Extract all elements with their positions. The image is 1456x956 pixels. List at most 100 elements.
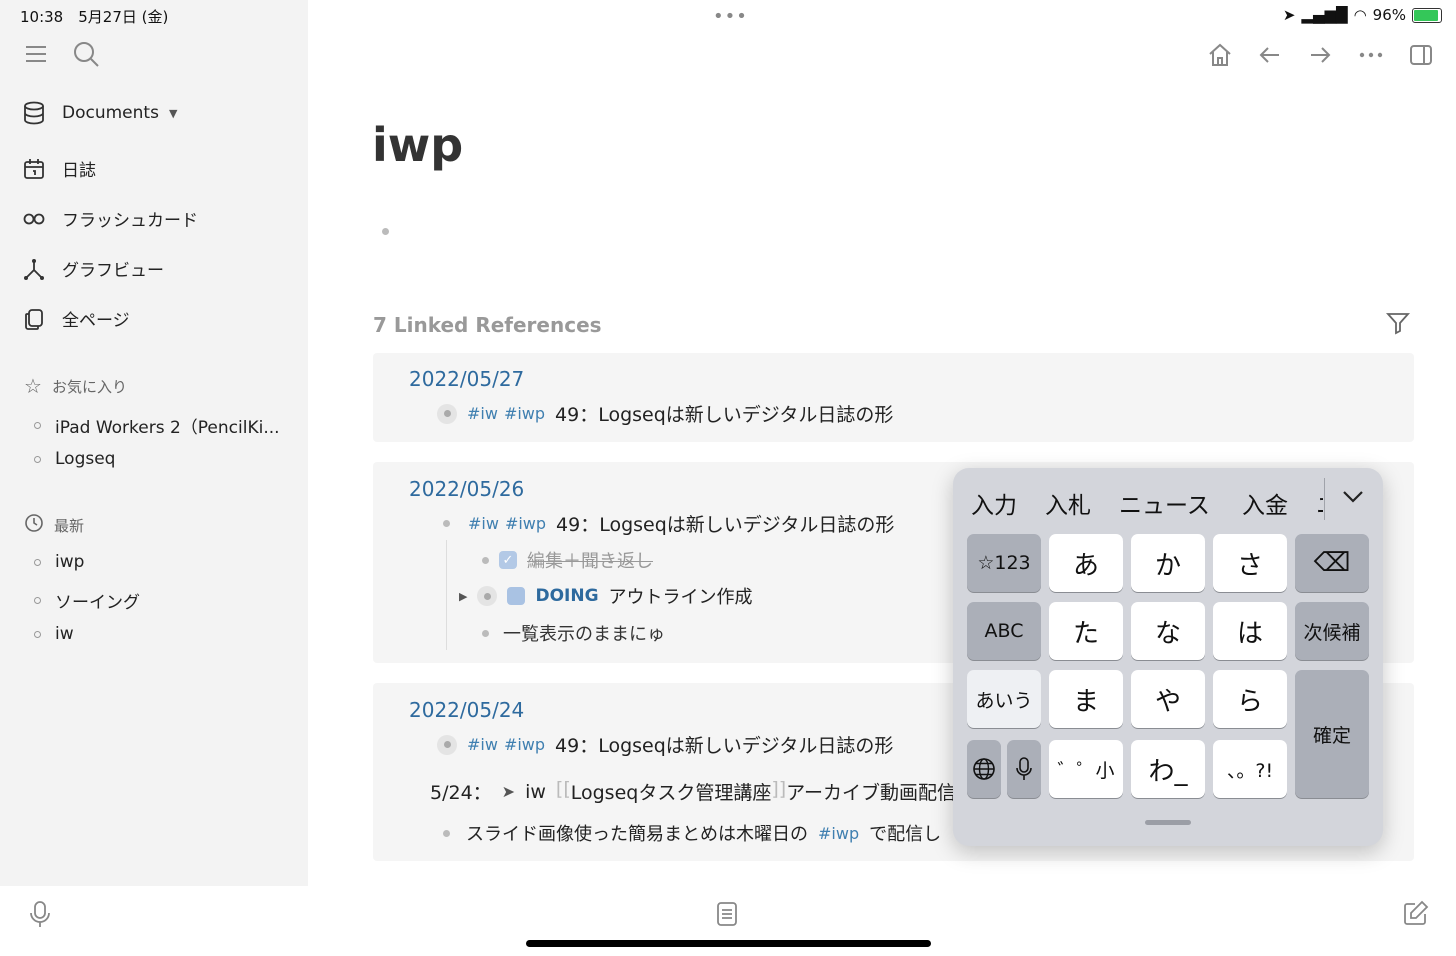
kana-mode-key[interactable]: あいう [967, 670, 1041, 728]
graph-selector[interactable]: Documents ▼ [22, 101, 177, 125]
favorite-item[interactable]: iPad Workers 2（PencilKi... [34, 413, 280, 438]
sidebar-item-journals[interactable]: 日誌 [22, 156, 96, 181]
star-icon: ☆ [24, 374, 42, 398]
globe-icon[interactable] [967, 740, 1001, 798]
kana-key[interactable]: ま [1049, 670, 1123, 728]
kana-key[interactable]: さ [1213, 534, 1287, 592]
block-bullet[interactable] [477, 586, 498, 606]
block-bullet[interactable] [443, 520, 450, 527]
reference-date[interactable]: 2022/05/26 [409, 477, 524, 501]
empty-block-bullet[interactable] [382, 228, 389, 235]
reference-date[interactable]: 2022/05/24 [409, 698, 524, 722]
tag-link[interactable]: #iwp [504, 404, 545, 423]
candidate-word[interactable]: 入力 [971, 486, 1017, 520]
page-link[interactable]: Logseqタスク管理講座 [571, 778, 772, 805]
done-task-block[interactable]: ✓ 編集＋聞き返し [482, 547, 653, 573]
tag-link[interactable]: #iw [467, 735, 498, 754]
block-bullet[interactable] [437, 734, 457, 755]
graph-icon [22, 257, 46, 281]
checkbox-checked[interactable]: ✓ [499, 551, 517, 569]
search-icon[interactable] [72, 40, 100, 72]
reference-block[interactable]: スライド画像使った簡易まとめは木曜日の #iwp で配信し [443, 820, 941, 846]
kana-key[interactable]: か [1131, 534, 1205, 592]
microphone-icon[interactable] [1007, 740, 1041, 798]
reference-block[interactable]: #iw #iwp 49：Logseqは新しいデジタル日誌の形 [437, 731, 893, 758]
collapse-arrow-icon[interactable]: ▶ [459, 590, 467, 603]
task-checkbox[interactable] [507, 587, 526, 605]
recent-item[interactable]: ソーイング [34, 588, 140, 613]
linked-references-title[interactable]: 7 Linked References [373, 313, 602, 337]
sidebar-item-label: フラッシュカード [62, 211, 198, 231]
tag-link[interactable]: #iwp [505, 514, 546, 533]
next-candidate-key[interactable]: 次候補 [1295, 602, 1369, 660]
kana-key[interactable]: わ_ [1131, 740, 1205, 798]
kana-key[interactable]: た [1049, 602, 1123, 660]
sidebar-item-graph-view[interactable]: グラフビュー [22, 256, 164, 281]
bracket-close: ]] [771, 778, 787, 800]
block-bullet[interactable] [482, 629, 489, 637]
expand-candidates-icon[interactable] [1341, 486, 1365, 510]
recent-item[interactable]: iw [34, 624, 74, 644]
kana-key[interactable]: ら [1213, 670, 1287, 728]
forward-arrow-icon[interactable] [1307, 42, 1333, 72]
reference-block[interactable]: 5/24： ➤ iw [[ Logseqタスク管理講座 ]] アーカイブ動画配信 [430, 778, 956, 805]
filter-icon[interactable] [1385, 311, 1411, 339]
home-indicator[interactable] [526, 940, 931, 947]
keyboard-drag-handle[interactable] [1145, 820, 1191, 825]
block-bullet[interactable] [482, 556, 489, 564]
back-arrow-icon[interactable] [1257, 42, 1283, 72]
kana-key[interactable]: な [1131, 602, 1205, 660]
tag-link[interactable]: #iwp [818, 824, 859, 843]
block-bullet[interactable] [437, 403, 457, 424]
status-time: 10:38 5月27日 (金) [20, 8, 169, 26]
kana-key[interactable]: あ [1049, 534, 1123, 592]
microphone-icon[interactable] [29, 900, 51, 932]
dakuten-key[interactable]: ゛゜小 [1049, 740, 1123, 798]
inline-text: iw [525, 780, 546, 803]
graph-name: Documents [62, 103, 159, 123]
menu-icon[interactable] [24, 42, 48, 70]
candidate-word[interactable]: ニュース [1119, 486, 1210, 520]
punctuation-key[interactable]: 、。?! [1213, 740, 1287, 798]
more-icon[interactable] [1358, 42, 1384, 72]
editing-block[interactable]: 一覧表示のままにゅ [482, 620, 665, 646]
recent-header[interactable]: 最新 [24, 513, 84, 537]
reference-card: 2022/05/27 #iw #iwp 49：Logseqは新しいデジタル日誌の… [373, 353, 1414, 442]
home-icon[interactable] [1206, 41, 1234, 73]
sidebar-item-label: グラフビュー [62, 261, 164, 281]
reference-date[interactable]: 2022/05/27 [409, 367, 524, 391]
kana-key[interactable]: は [1213, 602, 1287, 660]
sidebar-item-flashcards[interactable]: フラッシュカード [22, 206, 198, 231]
pages-icon [22, 307, 46, 331]
favorite-item[interactable]: Logseq [34, 449, 115, 469]
favorites-title: お気に入り [51, 377, 127, 396]
tag-link[interactable]: #iwp [504, 735, 545, 754]
document-icon[interactable] [716, 901, 738, 931]
candidate-word[interactable]: 入金 [1242, 486, 1288, 520]
candidate-word[interactable]: ニ [1316, 486, 1323, 520]
inline-text: アーカイブ動画配信 [786, 782, 957, 804]
tag-link[interactable]: #iw [467, 404, 498, 423]
delete-key[interactable]: ⌫ [1295, 534, 1369, 592]
compose-icon[interactable] [1403, 900, 1429, 930]
block-bullet[interactable] [443, 829, 450, 837]
multitasking-dots[interactable]: ••• [713, 6, 748, 27]
database-icon [22, 101, 46, 125]
status-indicators: ➤ ▂▄▆█ ◠ 96% [1283, 6, 1442, 24]
doing-marker[interactable]: DOING [535, 586, 598, 606]
numbers-key[interactable]: ☆123 [967, 534, 1041, 592]
recent-item[interactable]: iwp [34, 552, 84, 572]
reference-block[interactable]: #iw #iwp 49：Logseqは新しいデジタル日誌の形 [443, 510, 894, 537]
sidebar-item-all-pages[interactable]: 全ページ [22, 306, 130, 331]
confirm-key[interactable]: 確定 [1295, 670, 1369, 798]
doing-task-block[interactable]: ▶ DOING アウトライン作成 [459, 583, 753, 609]
candidate-word[interactable]: 入札 [1045, 486, 1091, 520]
reference-block[interactable]: #iw #iwp 49：Logseqは新しいデジタル日誌の形 [437, 400, 893, 427]
editing-text[interactable]: 一覧表示のままにゅ [503, 620, 665, 646]
tag-link[interactable]: #iw [468, 514, 499, 533]
kana-key[interactable]: や [1131, 670, 1205, 728]
right-sidebar-toggle-icon[interactable] [1409, 43, 1433, 71]
abc-key[interactable]: ABC [967, 602, 1041, 660]
favorites-header[interactable]: ☆ お気に入り [24, 374, 127, 398]
page-title[interactable]: iwp [372, 118, 463, 172]
